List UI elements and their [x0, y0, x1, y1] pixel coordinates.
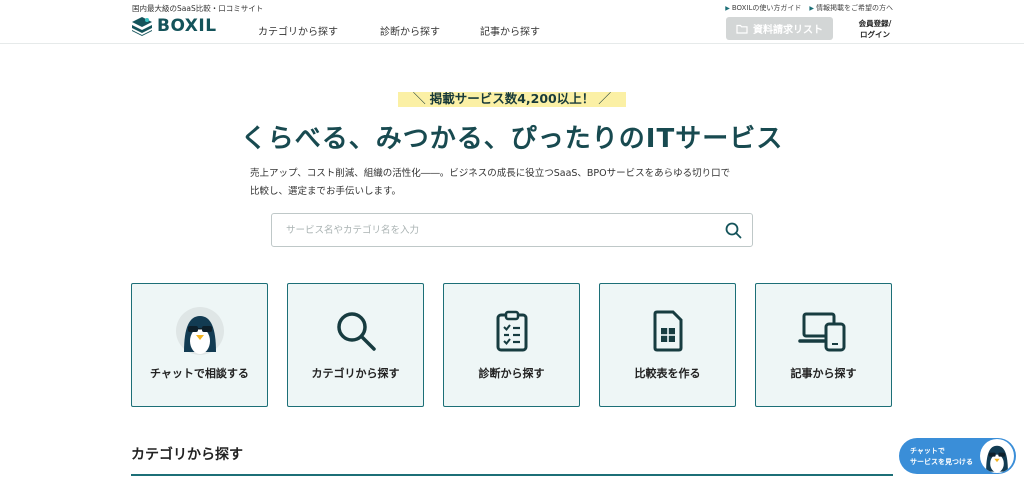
chat-avatar: [980, 439, 1014, 473]
request-list-label: 資料請求リスト: [753, 25, 823, 36]
request-list-button[interactable]: 資料請求リスト: [726, 17, 833, 40]
section-title: カテゴリから探す: [131, 447, 243, 463]
card-label: カテゴリから探す: [311, 367, 400, 380]
search-box: [271, 213, 753, 247]
card-comparison-table[interactable]: 比較表を作る: [599, 283, 736, 407]
banner-slash-right: ／: [598, 92, 612, 107]
site-tagline: 国内最大級のSaaS比較・口コミサイト: [132, 4, 264, 13]
section-divider: [131, 474, 893, 476]
hero-description: 売上アップ、コスト削減、組織の活性化――。ビジネスの成長に役立つSaaS、BPO…: [250, 168, 731, 197]
link-listing-inquiry[interactable]: ▶ 情報掲載をご希望の方へ: [809, 3, 893, 13]
boxil-logo[interactable]: BOXIL: [131, 16, 217, 36]
folder-icon: [736, 24, 748, 34]
penguin-avatar-icon: [175, 307, 224, 355]
card-label: 比較表を作る: [634, 367, 701, 380]
card-articles[interactable]: 記事から探す: [755, 283, 892, 407]
penguin-avatar-icon: [980, 439, 1014, 473]
nav-articles[interactable]: 記事から探す: [480, 23, 540, 38]
card-label: 診断から探す: [478, 367, 545, 380]
boxil-logo-icon: [132, 17, 152, 36]
page: 国内最大級のSaaS比較・口コミサイト BOXIL カテゴリから探す 診断から探…: [0, 0, 1024, 484]
card-chat-consult[interactable]: チャットで相談する: [131, 283, 268, 407]
triangle-icon: ▶: [725, 5, 730, 12]
top-links: ▶ BOXILの使い方ガイド ▶ 情報掲載をご希望の方へ: [725, 3, 893, 13]
card-label: 記事から探す: [790, 367, 857, 380]
signup-login-link[interactable]: 会員登録/ ログイン: [849, 18, 901, 40]
hero-title: くらべる、みつかる、ぴったりのITサービス: [240, 124, 784, 154]
nav-diagnosis[interactable]: 診断から探す: [380, 23, 440, 38]
chat-widget-text: チャットで サービスを見つける: [910, 447, 973, 466]
link-usage-guide[interactable]: ▶ BOXILの使い方ガイド: [725, 3, 801, 13]
logo-text: BOXIL: [157, 16, 217, 36]
card-diagnosis[interactable]: 診断から探す: [443, 283, 580, 407]
service-count-banner: ＼ 掲載サービス数4,200以上！ ／: [398, 88, 626, 107]
search-input[interactable]: [272, 214, 712, 246]
triangle-icon: ▶: [809, 5, 814, 12]
devices-icon: [797, 312, 845, 352]
nav-category[interactable]: カテゴリから探す: [258, 23, 338, 38]
clipboard-checklist-icon: [496, 310, 527, 352]
chat-widget-button[interactable]: チャットで サービスを見つける: [899, 438, 1016, 474]
banner-text: 掲載サービス数4,200以上！: [429, 91, 595, 106]
search-icon: [336, 312, 376, 351]
card-category-search[interactable]: カテゴリから探す: [287, 283, 424, 407]
card-label: チャットで相談する: [150, 367, 249, 380]
spreadsheet-icon: [653, 310, 682, 352]
banner-slash-left: ＼: [412, 92, 426, 107]
site-header: 国内最大級のSaaS比較・口コミサイト BOXIL カテゴリから探す 診断から探…: [0, 0, 1024, 44]
search-icon[interactable]: [725, 222, 742, 239]
